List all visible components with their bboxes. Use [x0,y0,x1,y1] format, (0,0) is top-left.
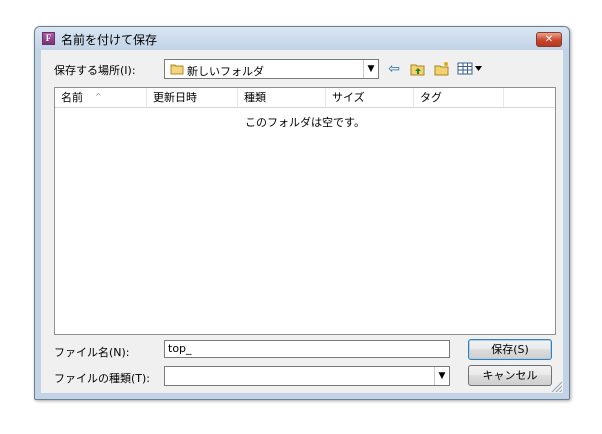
folder-icon [170,64,184,75]
back-arrow-icon[interactable]: ⇦ [384,59,404,79]
chevron-down-icon[interactable]: ▼ [363,60,378,78]
up-folder-icon[interactable] [408,59,428,79]
chevron-down-icon[interactable]: ▼ [434,367,449,385]
sort-indicator-icon: ^ [95,92,102,101]
app-icon: F [42,32,55,45]
column-header-size[interactable]: サイズ [326,88,414,107]
column-header-name[interactable]: 名前 ^ [55,88,147,107]
view-menu-icon[interactable] [456,59,486,79]
filetype-dropdown[interactable]: ▼ [164,366,450,386]
list-header: 名前 ^ 更新日時 種類 サイズ タグ [55,88,555,108]
resize-grip-icon[interactable] [550,380,562,392]
column-header-tags[interactable]: タグ [414,88,504,107]
filename-input[interactable]: top_ [164,340,450,358]
title-bar[interactable]: F 名前を付けて保存 ✕ [35,27,569,49]
save-in-label: 保存する場所(I): [54,64,136,77]
dialog-title: 名前を付けて保存 [61,33,158,47]
filename-label: ファイル名(N): [54,346,130,359]
save-in-dropdown[interactable]: 新しいフォルダ ▼ [164,59,379,79]
dialog-body: 保存する場所(I): 新しいフォルダ ▼ ⇦ 名前 ^ 更新日時 種類 サイズ … [41,50,563,393]
new-folder-icon[interactable] [432,59,452,79]
save-as-dialog: F 名前を付けて保存 ✕ 保存する場所(I): 新しいフォルダ ▼ ⇦ 名前 ^… [34,26,570,400]
save-in-value: 新しいフォルダ [187,65,264,78]
empty-folder-message: このフォルダは空です。 [245,116,365,129]
column-header-type[interactable]: 種類 [238,88,326,107]
column-label: 名前 [61,91,83,104]
cancel-button[interactable]: キャンセル [468,365,552,386]
filetype-label: ファイルの種類(T): [54,372,151,385]
save-button[interactable]: 保存(S) [468,339,552,360]
close-button[interactable]: ✕ [536,32,562,47]
column-header-modified[interactable]: 更新日時 [147,88,238,107]
file-list[interactable]: 名前 ^ 更新日時 種類 サイズ タグ このフォルダは空です。 [54,87,556,335]
